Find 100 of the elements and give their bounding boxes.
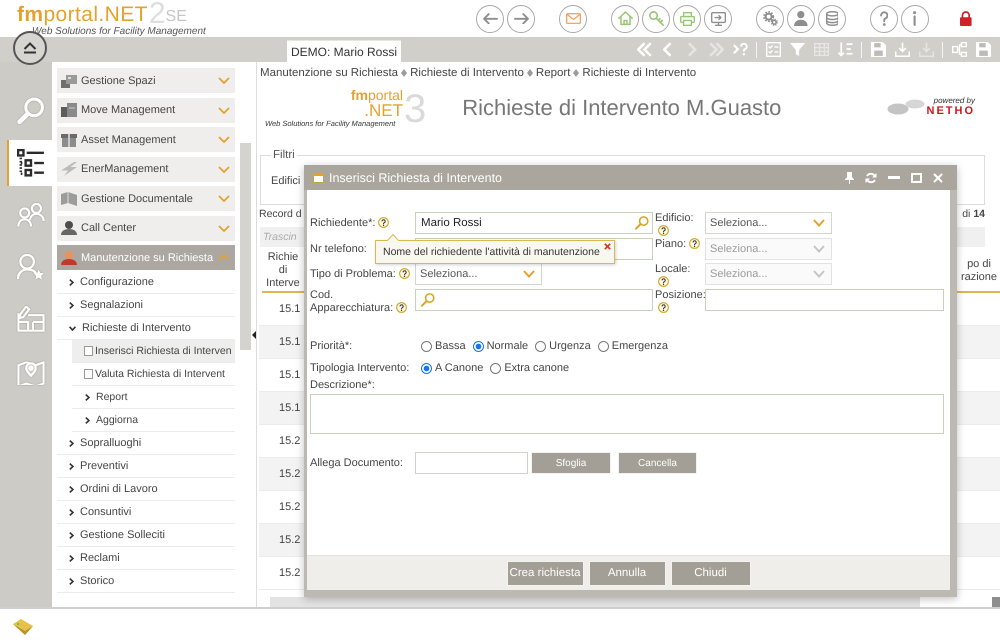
column-header[interactable]: Richie di Interve <box>265 251 301 290</box>
select-field[interactable]: Seleziona... <box>415 263 542 285</box>
tab[interactable]: DEMO: Mario Rossi <box>287 40 401 62</box>
chevron-up-icon <box>218 254 230 261</box>
menu-item[interactable]: Preventivi <box>57 455 235 478</box>
tag-icon <box>12 618 34 634</box>
menu-item[interactable]: Ordini di Lavoro <box>57 478 235 501</box>
radio-label[interactable]: Bassa <box>435 340 466 352</box>
settings-icon <box>762 11 778 26</box>
user-button[interactable] <box>787 4 815 32</box>
table-cell: 15.1 <box>279 336 300 348</box>
menu-section[interactable]: Move Management <box>57 98 235 122</box>
menu-section[interactable]: EnerManagement <box>57 156 235 182</box>
database-button[interactable] <box>818 4 846 32</box>
help-button[interactable] <box>870 4 898 32</box>
lookup-field[interactable] <box>415 289 653 311</box>
field-label: Cod. Apparecchiatura: <box>310 289 394 314</box>
floor-plan-icon <box>16 306 44 332</box>
menu-item[interactable]: Storico <box>57 570 235 593</box>
search-icon <box>635 216 649 230</box>
menu-item[interactable]: Valuta Richiesta di Intervent <box>72 363 235 386</box>
radio-button[interactable] <box>472 340 484 352</box>
menu-item[interactable]: Sopralluoghi <box>57 432 235 455</box>
radio-label[interactable]: Extra canone <box>504 362 570 374</box>
breadcrumb-link[interactable]: Richieste di Intervento <box>410 67 524 79</box>
envelope-icon <box>566 12 580 24</box>
dialog-title: Inserisci Richiesta di Intervento <box>329 170 502 184</box>
menu-item[interactable]: Report <box>72 386 235 409</box>
menu-section[interactable]: Call Center <box>57 216 235 240</box>
scrollbar-thumb[interactable] <box>270 597 920 607</box>
key-button[interactable] <box>642 4 670 32</box>
file-field[interactable] <box>415 452 528 474</box>
menu-section[interactable]: Gestione Documentale <box>57 186 235 211</box>
menu-item[interactable]: Segnalazioni <box>57 294 235 317</box>
print-button[interactable] <box>673 4 701 32</box>
radio-label[interactable]: Emergenza <box>612 340 668 352</box>
radio-label[interactable]: Normale <box>486 340 528 352</box>
lock-icon[interactable] <box>960 11 972 26</box>
menu-item[interactable]: Inserisci Richiesta di Interven <box>72 340 235 363</box>
mail-button[interactable] <box>559 4 587 32</box>
page-icon <box>84 346 93 356</box>
maximize-icon[interactable] <box>911 172 922 182</box>
info-button[interactable] <box>901 4 929 32</box>
table-cell: 15.2 <box>279 435 300 447</box>
pin-icon[interactable] <box>845 172 854 184</box>
hierarchy-icon[interactable] <box>952 42 966 57</box>
radio-button[interactable] <box>490 362 502 374</box>
menu-item[interactable]: Reclami <box>57 547 235 570</box>
checklist-icon[interactable] <box>766 42 780 57</box>
scrollbar-thumb[interactable] <box>240 143 251 350</box>
user-icon <box>794 11 808 26</box>
description-field[interactable] <box>310 394 944 434</box>
breadcrumb-link[interactable]: Manutenzione su Richiesta <box>260 67 398 79</box>
field-label: Locale: <box>655 263 690 275</box>
rail-item[interactable] <box>7 140 52 186</box>
breadcrumb-link[interactable]: Richieste di Intervento <box>582 67 696 79</box>
package-icon <box>61 132 77 146</box>
vendor-name: NETHO <box>926 105 975 117</box>
select-field[interactable]: Seleziona... <box>705 212 832 234</box>
sort-icon[interactable] <box>838 42 852 57</box>
filter-icon[interactable] <box>790 43 804 56</box>
close-icon[interactable] <box>604 243 611 250</box>
column-header[interactable]: po di razione <box>958 258 1000 284</box>
menu-item[interactable]: Gestione Solleciti <box>57 524 235 547</box>
radio-button[interactable] <box>598 340 609 352</box>
table-cell: 15.2 <box>279 468 300 480</box>
chevron-left-icon[interactable] <box>663 42 673 57</box>
menu-item[interactable]: Consuntivi <box>57 501 235 524</box>
radio-button[interactable] <box>535 340 546 352</box>
scrollbar-thumb[interactable] <box>992 597 1000 607</box>
lightning-icon <box>61 162 77 176</box>
radio-label[interactable]: A Canone <box>435 362 484 374</box>
person-icon <box>61 221 77 235</box>
home-button[interactable] <box>611 4 639 32</box>
settings-button[interactable] <box>756 4 784 32</box>
people-icon <box>16 202 44 228</box>
logo-brand: fmportal <box>350 88 403 103</box>
radio-label[interactable]: Urgenza <box>549 340 591 352</box>
radio-button[interactable] <box>421 362 432 374</box>
menu-section[interactable]: Gestione Spazi <box>57 68 235 93</box>
text-field[interactable] <box>705 289 944 311</box>
triangle-left-icon[interactable] <box>252 330 256 338</box>
logo-suffix: .NET <box>364 103 403 119</box>
menu-item[interactable]: Aggiorna <box>72 409 235 432</box>
menu-section[interactable]: Asset Management <box>57 127 235 152</box>
download-icon[interactable] <box>894 42 910 57</box>
back-button[interactable] <box>476 4 504 32</box>
refresh-icon[interactable] <box>865 172 877 184</box>
edition-suffix: SE <box>166 8 187 26</box>
chevron-down-icon <box>218 136 230 143</box>
forward-button[interactable] <box>507 4 535 32</box>
chevron-question-icon[interactable] <box>732 43 748 56</box>
lookup-field[interactable]: Mario Rossi <box>415 212 653 234</box>
double-chevron-left-icon[interactable] <box>636 42 652 57</box>
breadcrumb-link[interactable]: Report <box>536 67 570 79</box>
export-button[interactable] <box>704 4 732 32</box>
table-cell: 15.1 <box>279 402 300 414</box>
record-count: Record d <box>259 208 302 220</box>
menu-item[interactable]: Configurazione <box>57 271 235 294</box>
radio-button[interactable] <box>421 340 432 352</box>
